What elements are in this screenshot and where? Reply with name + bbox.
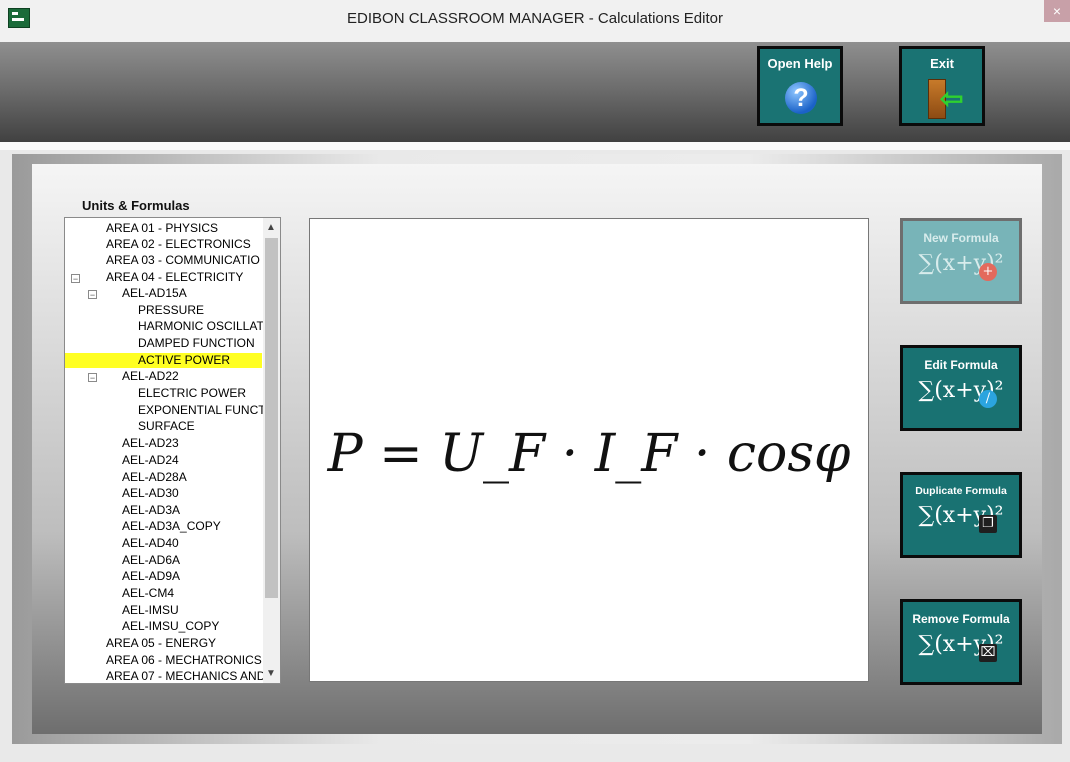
- tree-item-ael-ad28a[interactable]: AEL-AD28A: [122, 470, 187, 485]
- scroll-up-icon[interactable]: ▲: [266, 222, 276, 233]
- tree-item-area06[interactable]: AREA 06 - MECHATRONICS: [106, 653, 262, 668]
- tree-scrollbar[interactable]: ▲ ▼: [263, 218, 280, 683]
- tree-item-area04[interactable]: AREA 04 - ELECTRICITY: [106, 270, 243, 285]
- tree-item-area02[interactable]: AREA 02 - ELECTRONICS: [106, 237, 251, 252]
- edit-formula-button[interactable]: Edit Formula ∑(x+y)² ∕: [900, 345, 1022, 431]
- sigma-icon: ∑(x+y)² ❐: [918, 503, 1004, 533]
- exit-label: Exit: [930, 56, 954, 71]
- top-toolbar: Open Help ? Exit ⇦: [0, 42, 1070, 142]
- tree-item-ael-ad3a[interactable]: AEL-AD3A: [122, 503, 180, 518]
- formula-preview: P = U_F · I_F · cosφ: [309, 218, 869, 682]
- pencil-icon: ∕: [979, 390, 997, 408]
- tree-item-ael-ad24[interactable]: AEL-AD24: [122, 453, 179, 468]
- tree-item-exponential[interactable]: EXPONENTIAL FUNCT: [138, 403, 266, 418]
- duplicate-formula-label: Duplicate Formula: [915, 485, 1007, 497]
- plus-icon: +: [979, 263, 997, 281]
- trash-icon: ⌧: [979, 644, 997, 662]
- title-bar: EDIBON CLASSROOM MANAGER - Calculations …: [0, 0, 1070, 42]
- tree-item-ael-ad22[interactable]: AEL-AD22: [122, 369, 179, 384]
- edit-formula-label: Edit Formula: [924, 358, 998, 372]
- tree-item-ael-imsu-copy[interactable]: AEL-IMSU_COPY: [122, 619, 219, 634]
- help-icon: ?: [785, 82, 817, 114]
- tree-item-ael-ad15a[interactable]: AEL-AD15A: [122, 286, 187, 301]
- close-button[interactable]: ×: [1044, 0, 1070, 22]
- units-formulas-title: Units & Formulas: [82, 198, 190, 213]
- tree-item-electric-power[interactable]: ELECTRIC POWER: [138, 386, 246, 401]
- tree-item-damped[interactable]: DAMPED FUNCTION: [138, 336, 255, 351]
- tree-item-ael-ad30[interactable]: AEL-AD30: [122, 486, 179, 501]
- tree-item-harmonic[interactable]: HARMONIC OSCILLAT: [138, 319, 264, 334]
- remove-formula-label: Remove Formula: [912, 612, 1010, 626]
- sigma-icon: ∑(x+y)² ∕: [918, 378, 1004, 408]
- exit-door-icon: ⇦: [926, 79, 966, 119]
- copy-icon: ❐: [979, 515, 997, 533]
- units-tree[interactable]: AREA 01 - PHYSICS AREA 02 - ELECTRONICS …: [64, 217, 281, 684]
- tree-item-ael-imsu[interactable]: AEL-IMSU: [122, 603, 179, 618]
- tree-item-ael-ad6a[interactable]: AEL-AD6A: [122, 553, 180, 568]
- tree-item-ael-ad23[interactable]: AEL-AD23: [122, 436, 179, 451]
- open-help-label: Open Help: [767, 56, 833, 71]
- tree-item-surface[interactable]: SURFACE: [138, 419, 195, 434]
- tree-item-ael-ad9a[interactable]: AEL-AD9A: [122, 569, 180, 584]
- tree-item-active-power[interactable]: ACTIVE POWER: [65, 353, 262, 368]
- scrollbar-thumb[interactable]: [265, 238, 278, 598]
- duplicate-formula-button[interactable]: Duplicate Formula ∑(x+y)² ❐: [900, 472, 1022, 558]
- tree-item-pressure[interactable]: PRESSURE: [138, 303, 204, 318]
- sigma-icon: ∑(x+y)² +: [918, 251, 1004, 281]
- formula-expression: P = U_F · I_F · cosφ: [310, 424, 868, 484]
- collapse-icon[interactable]: −: [71, 274, 80, 284]
- new-formula-label: New Formula: [923, 231, 999, 245]
- tree-item-ael-ad3a-copy[interactable]: AEL-AD3A_COPY: [122, 519, 221, 534]
- collapse-icon[interactable]: −: [88, 290, 97, 300]
- formula-text: P = U_F · I_F · cosφ: [327, 424, 851, 484]
- tree-item-area07[interactable]: AREA 07 - MECHANICS AND: [106, 669, 265, 683]
- remove-formula-button[interactable]: Remove Formula ∑(x+y)² ⌧: [900, 599, 1022, 685]
- window-title: EDIBON CLASSROOM MANAGER - Calculations …: [347, 10, 723, 27]
- tree-item-area01[interactable]: AREA 01 - PHYSICS: [106, 221, 218, 236]
- scroll-down-icon[interactable]: ▼: [266, 668, 276, 679]
- separator: [0, 142, 1070, 150]
- sigma-icon: ∑(x+y)² ⌧: [918, 632, 1004, 662]
- collapse-icon[interactable]: −: [88, 373, 97, 383]
- open-help-button[interactable]: Open Help ?: [757, 46, 843, 126]
- tree-item-area03[interactable]: AREA 03 - COMMUNICATIO: [106, 253, 260, 268]
- new-formula-button[interactable]: New Formula ∑(x+y)² +: [900, 218, 1022, 304]
- tree-item-area05[interactable]: AREA 05 - ENERGY: [106, 636, 216, 651]
- tree-item-ael-ad40[interactable]: AEL-AD40: [122, 536, 179, 551]
- tree-item-ael-cm4[interactable]: AEL-CM4: [122, 586, 174, 601]
- exit-button[interactable]: Exit ⇦: [899, 46, 985, 126]
